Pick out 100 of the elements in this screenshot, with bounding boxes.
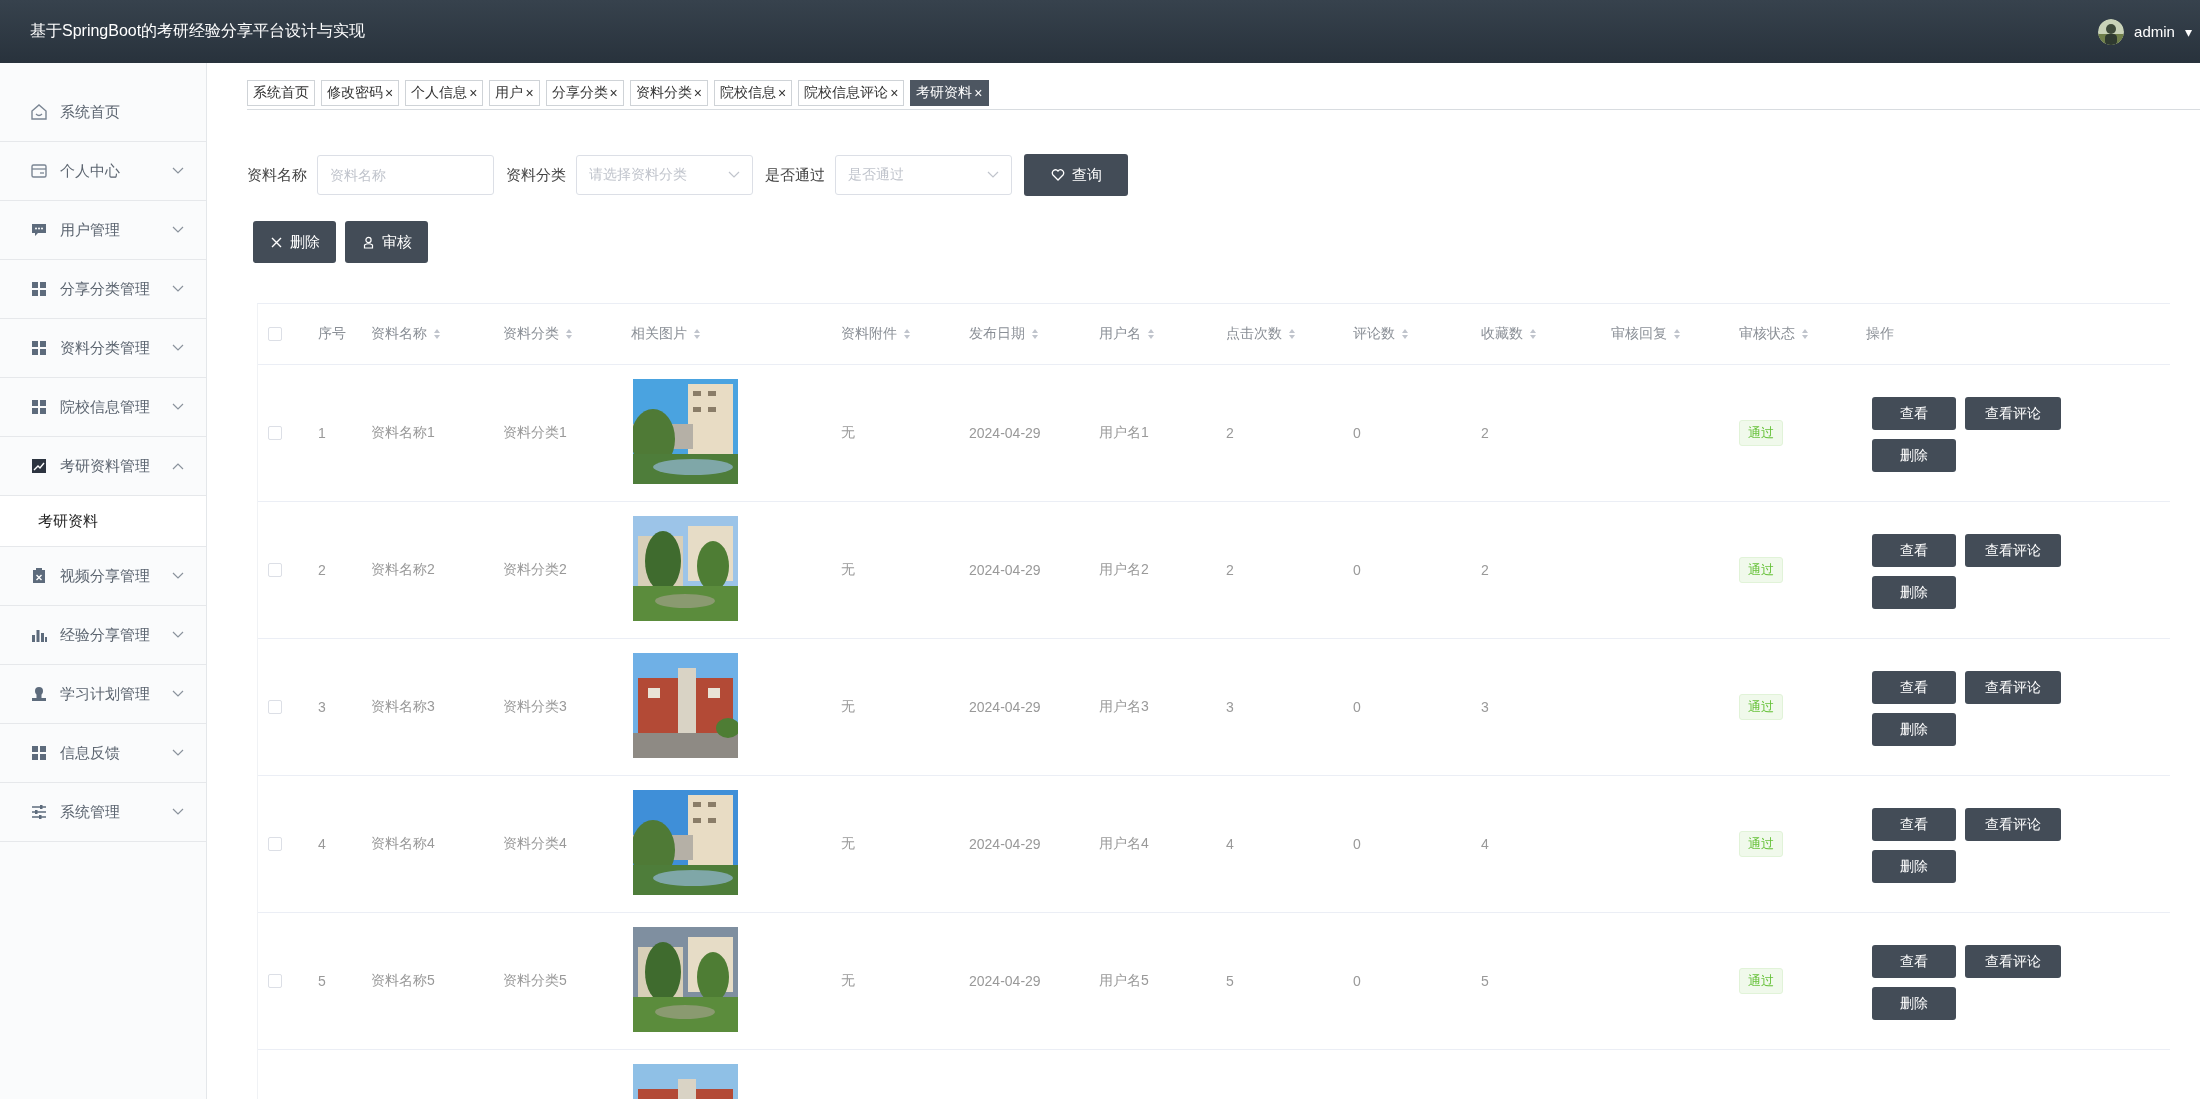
view-comments-button[interactable]: 查看评论 [1965,808,2061,841]
table-cell: 2 [318,562,326,578]
chevron-icon [728,171,740,179]
table-cell: 4 [318,836,326,852]
table-cell: 资料名称4 [371,835,435,853]
table-cell: 资料分类2 [503,561,567,579]
table-cell: 4 [1226,836,1234,852]
table-cell: 2024-04-29 [969,425,1041,441]
column-header: 序号 [318,325,346,343]
user-name[interactable]: admin [2134,23,2175,40]
status-tag: 通过 [1739,420,1783,446]
checkbox[interactable] [268,837,282,851]
search-button[interactable]: 查询 [1024,154,1128,196]
table-cell: 用户名2 [1099,561,1149,579]
table-cell: 5 [1481,973,1489,989]
tab[interactable]: 修改密码× [321,80,400,106]
sliders-icon [30,803,48,821]
card-icon [30,162,48,180]
sidebar-item[interactable]: 系统首页 [0,83,206,142]
view-comments-button[interactable]: 查看评论 [1965,945,2061,978]
clipboard-icon [30,567,48,585]
table-cell: 资料分类3 [503,698,567,716]
caret-icon[interactable]: ▾ [2184,23,2192,40]
table-cell: 2 [1226,562,1234,578]
table-cell: 用户名5 [1099,972,1149,990]
view-button[interactable]: 查看 [1872,671,1956,704]
tab[interactable]: 院校信息评论× [798,80,905,106]
table-cell: 用户名4 [1099,835,1149,853]
home-icon [30,103,48,121]
tab[interactable]: 个人信息× [405,80,484,106]
table-cell: 无 [841,561,855,579]
sidebar-item[interactable]: 视频分享管理 [0,547,206,606]
filter-label: 资料分类 [506,165,566,185]
review-button[interactable]: 审核 [345,221,428,263]
table-cell: 0 [1353,973,1361,989]
table-cell: 2024-04-29 [969,562,1041,578]
filter-label: 是否通过 [765,165,825,185]
delete-button[interactable]: 删除 [1872,439,1956,472]
delete-button[interactable]: 删除 [1872,850,1956,883]
view-button[interactable]: 查看 [1872,808,1956,841]
delete-button[interactable]: 删除 [253,221,336,263]
table-cell: 用户名3 [1099,698,1149,716]
person-icon [30,685,48,703]
close-icon [269,235,283,249]
sidebar-item[interactable]: 用户管理 [0,201,206,260]
status-tag: 通过 [1739,694,1783,720]
view-button[interactable]: 查看 [1872,397,1956,430]
tab[interactable]: 分享分类× [545,80,624,106]
table-cell: 2 [1226,425,1234,441]
sidebar-item[interactable]: 个人中心 [0,142,206,201]
table-cell: 4 [1481,836,1489,852]
status-tag: 通过 [1739,557,1783,583]
table-cell: 0 [1353,699,1361,715]
table-cell: 资料名称2 [371,561,435,579]
table-cell: 1 [318,425,326,441]
sidebar-item[interactable]: 分享分类管理 [0,260,206,319]
grid-icon [30,280,48,298]
sidebar-item[interactable]: 学习计划管理 [0,665,206,724]
checkbox[interactable] [268,700,282,714]
tab[interactable]: 资料分类× [629,80,708,106]
column-header: 操作 [1866,325,1894,343]
table-cell: 2024-04-29 [969,836,1041,852]
chat-icon [30,221,48,239]
sidebar-item[interactable]: 信息反馈 [0,724,206,783]
checkbox[interactable] [268,974,282,988]
checkbox[interactable] [268,327,282,341]
sidebar-item[interactable]: 经验分享管理 [0,606,206,665]
table-cell: 资料分类1 [503,424,567,442]
table-cell: 0 [1353,425,1361,441]
chart-icon [30,457,48,475]
view-comments-button[interactable]: 查看评论 [1965,397,2061,430]
checkbox[interactable] [268,426,282,440]
table-cell: 5 [318,973,326,989]
delete-button[interactable]: 删除 [1872,987,1956,1020]
tab[interactable]: 系统首页 [247,80,315,106]
view-button[interactable]: 查看 [1872,534,1956,567]
view-comments-button[interactable]: 查看评论 [1965,671,2061,704]
view-button[interactable]: 查看 [1872,945,1956,978]
delete-button[interactable]: 删除 [1872,576,1956,609]
tab[interactable]: 用户× [489,80,540,106]
table-cell: 资料名称3 [371,698,435,716]
view-comments-button[interactable]: 查看评论 [1965,534,2061,567]
status-tag: 通过 [1739,968,1783,994]
table-cell: 2024-04-29 [969,699,1041,715]
delete-button[interactable]: 删除 [1872,713,1956,746]
tab[interactable]: 院校信息× [713,80,793,106]
input-field[interactable]: 资料名称 [317,155,494,195]
sidebar-item[interactable]: 系统管理 [0,783,206,842]
submenu-item[interactable]: 考研资料 [0,496,206,547]
sidebar-item[interactable]: 院校信息管理 [0,378,206,437]
tab[interactable]: 考研资料× [910,80,989,106]
filter-label: 资料名称 [247,165,307,185]
person-icon [361,235,375,249]
table-cell: 无 [841,835,855,853]
table-cell: 无 [841,424,855,442]
checkbox[interactable] [268,563,282,577]
table-cell: 0 [1353,836,1361,852]
sidebar-item[interactable]: 资料分类管理 [0,319,206,378]
table-cell: 资料名称5 [371,972,435,990]
heart-icon [1050,168,1065,182]
